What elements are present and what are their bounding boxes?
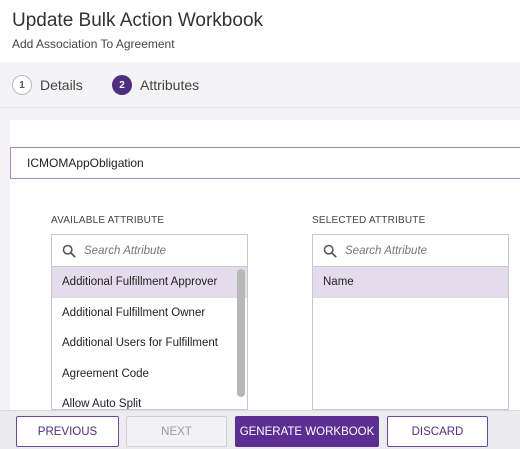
search-icon [323,244,337,258]
selected-search-input[interactable] [345,244,495,257]
available-attribute-list: Additional Fulfillment Approver Addition… [51,234,248,410]
step-details[interactable]: 1 Details [12,75,83,95]
step-attributes[interactable]: 2 Attributes [112,75,199,95]
page-subtitle: Add Association To Agreement [12,37,175,51]
step-label-details: Details [40,77,83,93]
search-icon [62,244,76,258]
available-item[interactable]: Additional Fulfillment Owner [52,298,247,329]
obligation-header[interactable]: ICMOMAppObligation [10,147,520,179]
footer-toolbar: PREVIOUS NEXT GENERATE WORKBOOK DISCARD [0,410,520,449]
available-search [52,235,247,267]
selected-item[interactable]: Name [313,267,508,298]
available-item[interactable]: Agreement Code [52,359,247,390]
available-search-input[interactable] [84,244,234,257]
previous-button[interactable]: PREVIOUS [16,416,119,447]
header: Update Bulk Action Workbook Add Associat… [0,0,520,62]
available-item[interactable]: Allow Auto Split [52,389,247,409]
discard-button[interactable]: DISCARD [387,416,488,447]
page-title: Update Bulk Action Workbook [12,10,264,31]
step-number-2: 2 [112,75,132,95]
selected-attribute-list: Name [312,234,509,410]
next-button[interactable]: NEXT [126,416,227,447]
step-number-1: 1 [12,75,32,95]
obligation-name: ICMOMAppObligation [27,156,144,170]
wizard-steps: 1 Details 2 Attributes [0,62,520,108]
selected-attribute-heading: SELECTED ATTRIBUTE [312,215,426,226]
available-attribute-heading: AVAILABLE ATTRIBUTE [51,215,165,226]
available-item[interactable]: Additional Users for Fulfillment [52,328,247,359]
selected-search [313,235,508,267]
available-list-scrollbar[interactable] [237,269,245,397]
available-item[interactable]: Additional Fulfillment Approver [52,267,247,298]
generate-workbook-button[interactable]: GENERATE WORKBOOK [235,416,379,447]
step-label-attributes: Attributes [140,77,200,93]
